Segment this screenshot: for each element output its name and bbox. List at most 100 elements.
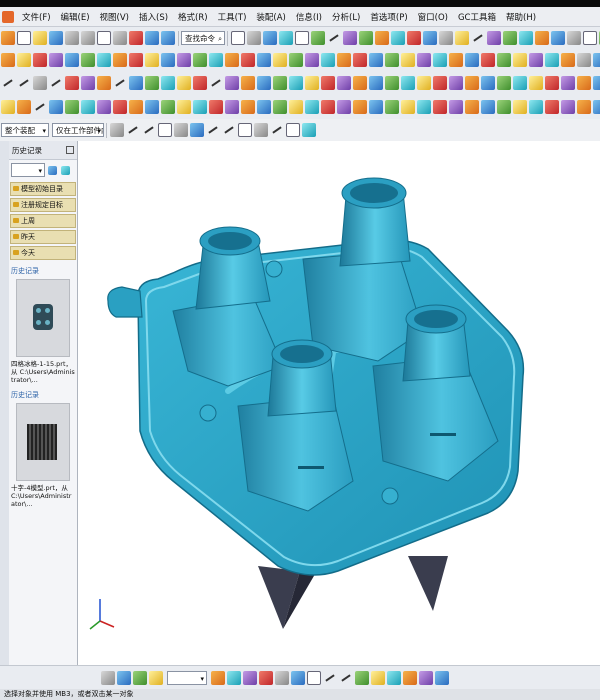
arc-tool-icon[interactable] <box>339 671 353 685</box>
surface-icon[interactable] <box>433 53 447 67</box>
gear-icon[interactable] <box>449 100 463 114</box>
fit-view-icon[interactable] <box>231 31 245 45</box>
select-all-icon[interactable] <box>110 123 124 137</box>
extract-icon[interactable] <box>529 53 543 67</box>
parting-icon[interactable] <box>113 53 127 67</box>
datum-csys-icon[interactable] <box>49 100 63 114</box>
spring-icon[interactable] <box>465 100 479 114</box>
new-file-icon[interactable] <box>17 31 31 45</box>
weld-icon[interactable] <box>481 100 495 114</box>
show-icon[interactable] <box>259 671 273 685</box>
bounded-plane-icon[interactable] <box>369 76 383 90</box>
copy-icon[interactable] <box>97 31 111 45</box>
align-icon[interactable] <box>435 671 449 685</box>
menu-tools[interactable]: 工具(T) <box>213 11 252 23</box>
edge-blend-icon[interactable] <box>321 100 335 114</box>
start-icon[interactable] <box>1 31 15 45</box>
select-curve-icon[interactable] <box>126 123 140 137</box>
i-form-icon[interactable] <box>513 76 527 90</box>
view-manager-icon[interactable] <box>369 53 383 67</box>
wireframe-icon[interactable] <box>295 31 309 45</box>
match-edge-icon[interactable] <box>545 76 559 90</box>
curve-icon[interactable] <box>471 31 485 45</box>
menu-view[interactable]: 视图(V) <box>95 11 134 23</box>
snapshot-icon[interactable] <box>291 671 305 685</box>
section-curve-icon[interactable] <box>241 76 255 90</box>
trim-icon[interactable] <box>551 31 565 45</box>
thicken-icon[interactable] <box>513 53 527 67</box>
nx-app-icon[interactable] <box>2 10 14 23</box>
split-icon[interactable] <box>481 53 495 67</box>
note-icon[interactable] <box>401 53 415 67</box>
trim-mold-icon[interactable] <box>273 53 287 67</box>
offset-icon[interactable] <box>497 53 511 67</box>
dimension-icon[interactable] <box>417 53 431 67</box>
snap-tangent-icon[interactable] <box>270 123 284 137</box>
open-folder-icon[interactable] <box>33 31 47 45</box>
groove-icon[interactable] <box>209 100 223 114</box>
workpiece-icon[interactable] <box>65 53 79 67</box>
layer-icon[interactable] <box>311 31 325 45</box>
hide-icon[interactable] <box>243 671 257 685</box>
select-body-icon[interactable] <box>174 123 188 137</box>
through-mesh-icon[interactable] <box>289 76 303 90</box>
polygon-icon[interactable] <box>65 76 79 90</box>
move-face-icon[interactable] <box>561 53 575 67</box>
block-icon[interactable] <box>65 100 79 114</box>
snap-existing-icon[interactable] <box>302 123 316 137</box>
selection-filter-dropdown[interactable]: 整个装配 ▾ <box>1 123 49 137</box>
point-tool-icon[interactable] <box>355 671 369 685</box>
layer-settings-icon[interactable] <box>275 671 289 685</box>
split-body-icon[interactable] <box>385 100 399 114</box>
sketch-line-icon[interactable] <box>327 31 341 45</box>
part-thumbnail[interactable] <box>16 279 70 357</box>
x-form-icon[interactable] <box>497 76 511 90</box>
standard-parts-icon[interactable] <box>145 53 159 67</box>
cut-icon[interactable] <box>81 31 95 45</box>
spline-icon[interactable] <box>49 76 63 90</box>
history-file-name[interactable]: 十字-4模型.prt，从 C:\Users\Administrator\... <box>11 484 75 508</box>
project-init-icon[interactable] <box>17 53 31 67</box>
boss-icon[interactable] <box>407 31 421 45</box>
rib-icon[interactable] <box>177 100 191 114</box>
datum-axis-icon[interactable] <box>33 100 47 114</box>
studio-surface-icon[interactable] <box>353 76 367 90</box>
constraint-tool-icon[interactable] <box>387 671 401 685</box>
panel-close-icon[interactable] <box>66 146 74 154</box>
selection-scope-dropdown[interactable]: 仅在工作部件内 ▾ <box>52 123 104 137</box>
undo-icon[interactable] <box>145 31 159 45</box>
gc-tool-icon[interactable] <box>433 100 447 114</box>
chamfer-icon[interactable] <box>455 31 469 45</box>
sketch-icon[interactable] <box>1 100 15 114</box>
cylinder-icon[interactable] <box>81 100 95 114</box>
slider-icon[interactable] <box>177 53 191 67</box>
bore-table-icon[interactable] <box>337 53 351 67</box>
thread-icon[interactable] <box>193 100 207 114</box>
finish-sketch-icon[interactable] <box>403 671 417 685</box>
pad-icon[interactable] <box>241 100 255 114</box>
measure-icon[interactable] <box>567 31 581 45</box>
shaded-icon[interactable] <box>279 31 293 45</box>
command-search-input[interactable]: 查找命令 ⌕ <box>181 31 225 45</box>
extension-icon[interactable] <box>401 76 415 90</box>
pocket-mold-icon[interactable] <box>289 53 303 67</box>
history-filter-dropdown[interactable]: ▾ <box>11 163 45 177</box>
swept-icon[interactable] <box>305 76 319 90</box>
helix-icon[interactable] <box>97 76 111 90</box>
select-face-icon[interactable] <box>158 123 172 137</box>
snap-point-icon[interactable] <box>190 123 204 137</box>
electrode-icon[interactable] <box>257 53 271 67</box>
menu-help[interactable]: 帮助(H) <box>501 11 541 23</box>
zoom-icon[interactable] <box>247 31 261 45</box>
slot-icon[interactable] <box>225 100 239 114</box>
trim-curve-icon[interactable] <box>209 76 223 90</box>
fill-surface-icon[interactable] <box>385 76 399 90</box>
runner-icon[interactable] <box>225 53 239 67</box>
view-orient-icon[interactable] <box>101 671 115 685</box>
history-category[interactable]: 注册规定目标 <box>10 198 76 212</box>
menu-analysis[interactable]: 分析(L) <box>327 11 365 23</box>
trim-body-icon[interactable] <box>369 100 383 114</box>
pattern-icon[interactable] <box>519 31 533 45</box>
drawing-icon[interactable] <box>321 53 335 67</box>
curve-length-icon[interactable] <box>225 76 239 90</box>
